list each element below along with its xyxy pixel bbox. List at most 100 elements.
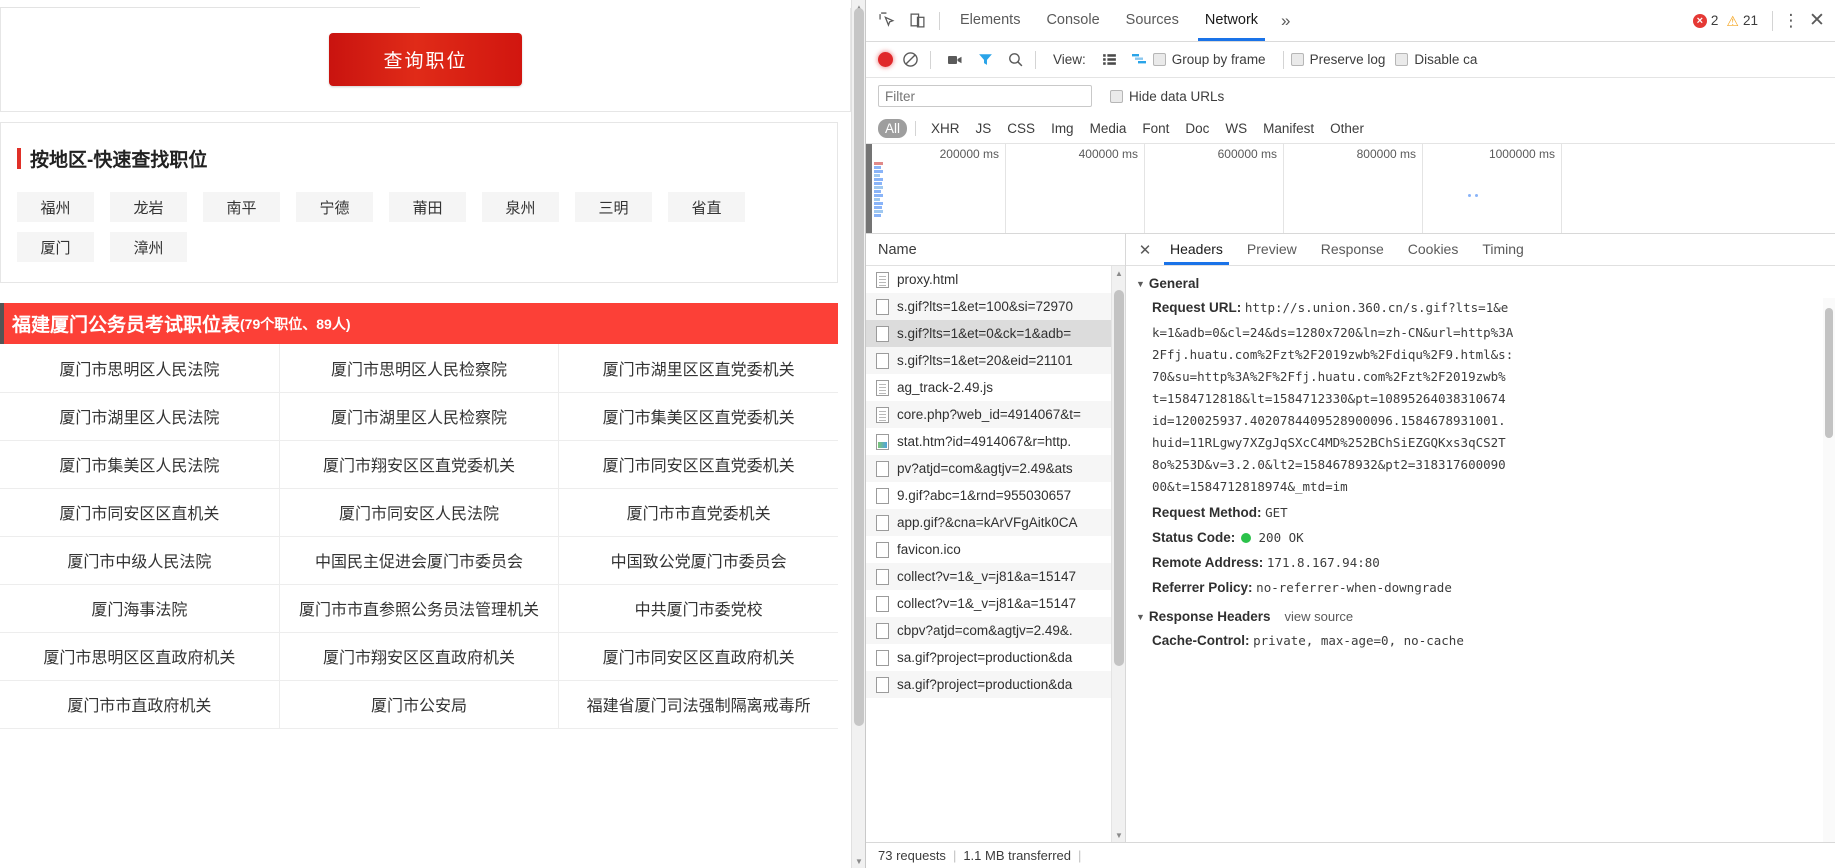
type-filter-img[interactable]: Img: [1044, 119, 1081, 138]
job-cell[interactable]: 厦门市市直党委机关: [558, 488, 838, 537]
detail-tab-preview[interactable]: Preview: [1235, 234, 1309, 265]
list-item[interactable]: favicon.ico: [866, 536, 1111, 563]
job-cell[interactable]: 厦门市市直参照公务员法管理机关: [278, 584, 560, 633]
requests-scrollbar-thumb[interactable]: [1114, 290, 1124, 666]
list-item[interactable]: s.gif?lts=1&et=0&ck=1&adb=: [866, 320, 1111, 347]
preserve-log-checkbox[interactable]: Preserve log: [1290, 52, 1385, 67]
job-cell[interactable]: 厦门市同安区人民法院: [278, 488, 560, 537]
detail-scrollbar[interactable]: [1823, 298, 1835, 842]
job-cell[interactable]: 厦门市公安局: [278, 680, 560, 729]
list-item[interactable]: collect?v=1&_v=j81&a=15147: [866, 563, 1111, 590]
job-cell[interactable]: 福建省厦门司法强制隔离戒毒所: [558, 680, 838, 729]
table-row[interactable]: 厦门市同安区区直机关 厦门市同安区人民法院 厦门市市直党委机关: [0, 488, 838, 537]
error-badge[interactable]: × 2: [1692, 13, 1718, 28]
list-item[interactable]: sa.gif?project=production&da: [866, 644, 1111, 671]
more-tabs-icon[interactable]: »: [1271, 0, 1300, 41]
job-cell[interactable]: 厦门市中级人民法院: [0, 536, 280, 585]
requests-column-header[interactable]: Name: [866, 234, 1125, 266]
table-row[interactable]: 厦门市湖里区人民法院 厦门市湖里区人民检察院 厦门市集美区区直党委机关: [0, 392, 838, 441]
region-chip-shengzhi[interactable]: 省直: [668, 192, 745, 222]
devtools-menu-icon[interactable]: ⋮: [1779, 7, 1803, 35]
waterfall-view-icon[interactable]: [1127, 47, 1153, 73]
job-cell[interactable]: 厦门市同安区区直政府机关: [558, 632, 838, 681]
network-timeline-overview[interactable]: 200000 ms 400000 ms 600000 ms 800000 ms …: [866, 144, 1835, 234]
job-cell[interactable]: 中国致公党厦门市委员会: [558, 536, 838, 585]
region-chip-nanping[interactable]: 南平: [203, 192, 280, 222]
scroll-up-arrow-icon[interactable]: ▲: [1112, 266, 1125, 280]
type-filter-manifest[interactable]: Manifest: [1256, 119, 1321, 138]
table-row[interactable]: 厦门市思明区人民法院 厦门市思明区人民检察院 厦门市湖里区区直党委机关: [0, 344, 838, 393]
close-detail-icon[interactable]: ✕: [1132, 237, 1158, 263]
job-cell[interactable]: 厦门市翔安区区直党委机关: [278, 440, 560, 489]
disable-cache-checkbox[interactable]: Disable ca: [1395, 52, 1477, 67]
list-item[interactable]: 9.gif?abc=1&rnd=955030657: [866, 482, 1111, 509]
detail-tab-cookies[interactable]: Cookies: [1396, 234, 1471, 265]
list-item[interactable]: cbpv?atjd=com&agtjv=2.49&.: [866, 617, 1111, 644]
tab-sources[interactable]: Sources: [1113, 0, 1192, 41]
detail-tab-timing[interactable]: Timing: [1470, 234, 1536, 265]
type-filter-doc[interactable]: Doc: [1178, 119, 1216, 138]
region-chip-ningde[interactable]: 宁德: [296, 192, 373, 222]
list-item[interactable]: sa.gif?project=production&da: [866, 671, 1111, 698]
job-cell[interactable]: 厦门海事法院: [0, 584, 280, 633]
list-item[interactable]: s.gif?lts=1&et=100&si=72970: [866, 293, 1111, 320]
page-scrollbar-thumb[interactable]: [854, 8, 864, 726]
type-filter-xhr[interactable]: XHR: [924, 119, 967, 138]
region-chip-quanzhou[interactable]: 泉州: [482, 192, 559, 222]
job-cell[interactable]: 厦门市思明区区直政府机关: [0, 632, 280, 681]
tab-console[interactable]: Console: [1033, 0, 1112, 41]
table-row[interactable]: 厦门市市直政府机关 厦门市公安局 福建省厦门司法强制隔离戒毒所: [0, 680, 838, 729]
table-row[interactable]: 厦门市集美区人民法院 厦门市翔安区区直党委机关 厦门市同安区区直党委机关: [0, 440, 838, 489]
job-cell[interactable]: 厦门市市直政府机关: [0, 680, 280, 729]
search-icon[interactable]: [1002, 47, 1028, 73]
region-chip-sanming[interactable]: 三明: [575, 192, 652, 222]
requests-scrollbar[interactable]: ▲ ▼: [1111, 266, 1125, 842]
job-cell[interactable]: 厦门市思明区人民检察院: [278, 344, 560, 393]
inspect-element-icon[interactable]: [872, 6, 902, 36]
list-view-icon[interactable]: [1097, 47, 1123, 73]
scroll-down-arrow-icon[interactable]: ▼: [852, 854, 865, 868]
type-filter-other[interactable]: Other: [1323, 119, 1371, 138]
region-chip-putian[interactable]: 莆田: [389, 192, 466, 222]
list-item[interactable]: pv?atjd=com&agtjv=2.49&ats: [866, 455, 1111, 482]
list-item[interactable]: core.php?web_id=4914067&t=: [866, 401, 1111, 428]
general-section-title[interactable]: ▼ General: [1126, 276, 1835, 291]
tab-network[interactable]: Network: [1192, 0, 1271, 41]
job-cell[interactable]: 厦门市湖里区区直党委机关: [558, 344, 838, 393]
filter-input[interactable]: [878, 85, 1092, 107]
close-devtools-icon[interactable]: ✕: [1803, 7, 1831, 35]
type-filter-css[interactable]: CSS: [1000, 119, 1042, 138]
scroll-down-arrow-icon[interactable]: ▼: [1112, 828, 1125, 842]
list-item[interactable]: ag_track-2.49.js: [866, 374, 1111, 401]
type-filter-ws[interactable]: WS: [1218, 119, 1254, 138]
response-headers-section-title[interactable]: ▼ Response Headers view source: [1126, 609, 1835, 624]
job-cell[interactable]: 厦门市同安区区直党委机关: [558, 440, 838, 489]
hide-data-urls-checkbox[interactable]: Hide data URLs: [1110, 89, 1224, 104]
type-filter-js[interactable]: JS: [969, 119, 999, 138]
clear-icon[interactable]: [897, 47, 923, 73]
region-chip-longyan[interactable]: 龙岩: [110, 192, 187, 222]
record-button-icon[interactable]: [878, 52, 893, 67]
type-filter-font[interactable]: Font: [1135, 119, 1176, 138]
list-item[interactable]: app.gif?&cna=kArVFgAitk0CA: [866, 509, 1111, 536]
region-chip-zhangzhou[interactable]: 漳州: [110, 232, 187, 262]
filter-icon[interactable]: [972, 47, 998, 73]
region-chip-fuzhou[interactable]: 福州: [17, 192, 94, 222]
detail-tab-headers[interactable]: Headers: [1158, 234, 1235, 265]
query-jobs-button[interactable]: 查询职位: [329, 33, 522, 86]
view-source-link[interactable]: view source: [1284, 609, 1353, 624]
warning-badge[interactable]: ⚠ 21: [1726, 13, 1758, 28]
list-item[interactable]: stat.htm?id=4914067&r=http.: [866, 428, 1111, 455]
device-toolbar-icon[interactable]: [902, 6, 932, 36]
table-row[interactable]: 厦门海事法院 厦门市市直参照公务员法管理机关 中共厦门市委党校: [0, 584, 838, 633]
detail-tab-response[interactable]: Response: [1309, 234, 1396, 265]
requests-list[interactable]: proxy.html s.gif?lts=1&et=100&si=72970 s…: [866, 266, 1125, 842]
job-cell[interactable]: 中共厦门市委党校: [558, 584, 838, 633]
type-filter-media[interactable]: Media: [1083, 119, 1134, 138]
job-cell[interactable]: 厦门市思明区人民法院: [0, 344, 280, 393]
job-cell[interactable]: 厦门市湖里区人民检察院: [278, 392, 560, 441]
job-cell[interactable]: 厦门市湖里区人民法院: [0, 392, 280, 441]
table-row[interactable]: 厦门市思明区区直政府机关 厦门市翔安区区直政府机关 厦门市同安区区直政府机关: [0, 632, 838, 681]
type-filter-all[interactable]: All: [878, 119, 908, 138]
list-item[interactable]: proxy.html: [866, 266, 1111, 293]
